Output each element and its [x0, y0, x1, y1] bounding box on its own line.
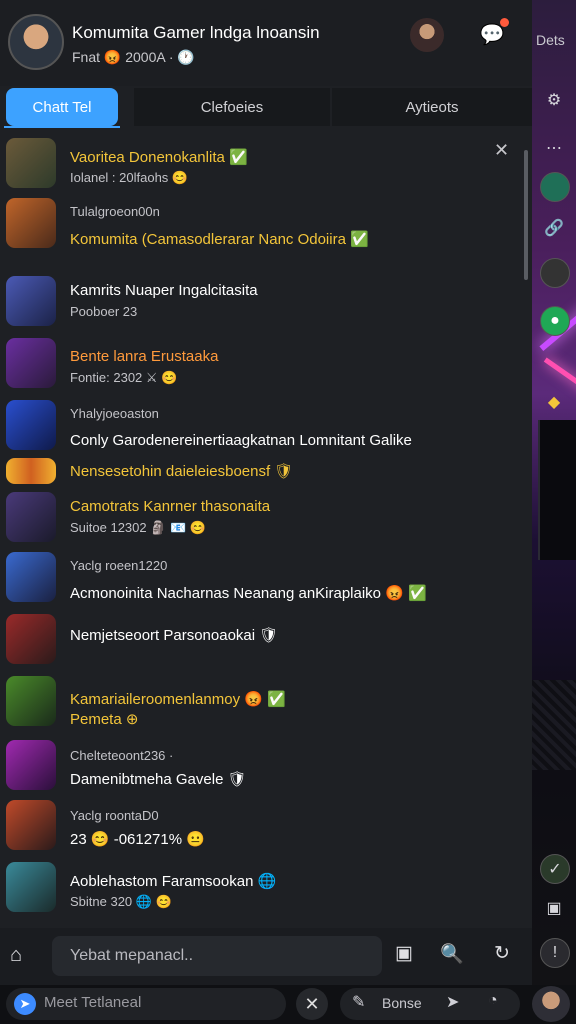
gear-icon[interactable]: ⚙: [540, 86, 568, 114]
tab-bar: Chatt Tel Clefoeies Aytieots: [0, 86, 532, 130]
chat-name: Kamariaileroomenlanmoy 😡 ✅: [70, 691, 286, 708]
link-icon[interactable]: 🔗: [540, 214, 568, 242]
active-tab-underline: [4, 126, 120, 128]
chat-preview: Damenibtmeha Gavele 🛡: [70, 771, 247, 788]
profile-avatar[interactable]: [410, 18, 444, 52]
right-side-rail: Dets ⚙ ⋯ 🔗 ● ◆ ✓ ▣ !: [532, 0, 576, 985]
chat-preview: Sbitne 320 🌐 😊: [70, 894, 172, 909]
chat-list: ✕ Vaoritea Donenokanlita ✅ Iolanel : 20l…: [0, 130, 522, 928]
tab-activities[interactable]: Aytieots: [332, 88, 532, 126]
taskbar-search-text: Meet Tetlaneal: [44, 994, 142, 1011]
user-avatar[interactable]: [532, 986, 570, 1022]
chat-name: Aoblehastom Faramsookan 🌐: [70, 873, 277, 890]
info-icon[interactable]: !: [540, 938, 570, 968]
avatar: [6, 138, 56, 188]
chat-preview: Iolanel : 20lfaohs 😊: [70, 170, 189, 185]
tab-categories[interactable]: Clefoeies: [134, 88, 330, 126]
send-icon[interactable]: ➤: [446, 992, 459, 1012]
search-icon[interactable]: 🔍: [438, 942, 466, 970]
avatar: [6, 740, 56, 790]
close-icon[interactable]: ✕: [494, 140, 509, 161]
chat-preview: Acmonoinita Nacharnas Neanang anKiraplai…: [70, 585, 427, 602]
chat-name: Bente lanra Erustaaka: [70, 348, 219, 365]
header-subtitle: Fnat 😡 2000A · 🕐: [72, 49, 195, 65]
rail-leaf-icon[interactable]: ✓: [540, 854, 570, 884]
avatar: [6, 492, 56, 542]
pin-icon: ◆: [547, 394, 561, 411]
chat-preview: Suitoe 12302 🗿 📧 😊: [70, 520, 207, 535]
chat-name: Yhalyjoeoaston: [70, 406, 159, 421]
pen-icon[interactable]: ✎: [352, 992, 365, 1012]
chat-name: Camotrats Kanrner thasonaita: [70, 498, 271, 515]
chat-preview: Pemeta ⊕: [70, 711, 139, 728]
telegram-icon[interactable]: ➤: [14, 993, 36, 1015]
close-button[interactable]: ✕: [296, 988, 328, 1020]
avatar: [6, 862, 56, 912]
window-icon[interactable]: ▣: [540, 894, 568, 922]
avatar: [6, 338, 56, 388]
page-title: Komumita Gamer lndga lnoansin: [72, 23, 320, 42]
refresh-icon[interactable]: ↻: [488, 942, 516, 970]
chat-name: Vaoritea Donenokanlita ✅: [70, 149, 248, 166]
avatar-group: [6, 458, 56, 484]
avatar: [6, 276, 56, 326]
avatar: [6, 800, 56, 850]
chat-name: Nemjetseoort Parsonoaokai 🛡: [70, 627, 279, 644]
chat-name: Nensesetohin daieleiesboensf 🛡: [70, 463, 294, 480]
rail-avatar[interactable]: [540, 172, 570, 202]
chat-name: Tulalgroeon00n: [70, 204, 160, 219]
rail-status-icon[interactable]: ●: [540, 306, 570, 336]
chat-preview: 23 😊 -061271% 😐: [70, 831, 205, 848]
chat-preview: Komumita (Camasodlerarar Nanc Odoiira ✅: [70, 231, 369, 248]
chat-preview: Pooboer 23: [70, 304, 138, 319]
taskbar-pill-text: Bonse: [382, 995, 422, 1011]
scrollbar[interactable]: [524, 150, 528, 280]
clock-icon[interactable]: ◔: [488, 992, 498, 1010]
chat-panel: Komumita Gamer lndga lnoansin Fnat 😡 200…: [0, 0, 532, 985]
avatar: [6, 198, 56, 248]
chat-name: Chelteteoont236 ·: [70, 748, 174, 763]
notification-badge: [500, 18, 509, 27]
more-icon[interactable]: ⋯: [540, 134, 568, 162]
header: Komumita Gamer lndga lnoansin Fnat 😡 200…: [0, 0, 532, 86]
chat-preview: Fontie: 2302 ⚔ 😊: [70, 370, 178, 385]
chat-name: Kamrits Nuaper Ingalcitasita: [70, 282, 258, 299]
chat-name: Yaclg roontaD0: [70, 808, 159, 823]
rail-label: Dets: [536, 32, 565, 48]
avatar: [6, 552, 56, 602]
chat-name: Yaclg roeen1220: [70, 558, 168, 573]
avatar: [6, 614, 56, 664]
avatar[interactable]: [8, 14, 64, 70]
home-icon[interactable]: ⌂: [10, 944, 36, 970]
avatar: [6, 676, 56, 726]
chat-preview: Conly Garodenereinertiaagkatnan Lomnitan…: [70, 432, 412, 449]
message-input[interactable]: Yebat mepanacl..: [52, 936, 382, 976]
rail-avatar[interactable]: [540, 258, 570, 288]
tab-chat[interactable]: Chatt Tel: [6, 88, 118, 126]
avatar: [6, 400, 56, 450]
media-icon[interactable]: ▣: [390, 942, 418, 970]
